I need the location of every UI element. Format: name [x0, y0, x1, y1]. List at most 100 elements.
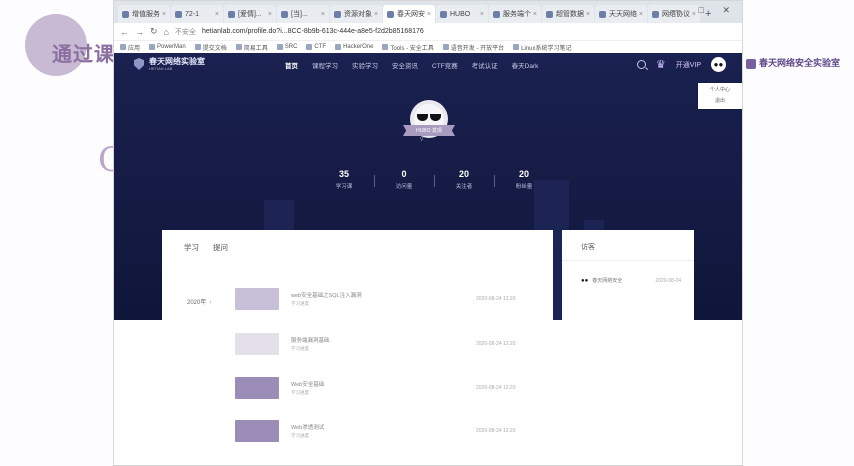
url-input[interactable]: hetianlab.com/profile.do?i...8CC-8b9b-61… — [202, 28, 424, 35]
security-indicator[interactable]: 不安全 — [175, 27, 196, 37]
bookmark-icon — [149, 44, 156, 50]
bookmark-item[interactable]: Tools - 安全工具 — [382, 43, 434, 52]
tab-label: 72-1 — [185, 10, 200, 18]
course-item[interactable]: 服务端漏洞基础 学习进度 2020-08-24 12:20 — [235, 333, 515, 355]
close-icon[interactable]: × — [374, 11, 378, 18]
slide-title: 通过课 — [52, 44, 115, 66]
logo-subtitle: HETIAN LAB — [149, 66, 173, 71]
nav-item[interactable]: 春天Dark — [512, 60, 539, 70]
profile-name-ribbon: HUBO 发现 — [403, 125, 455, 136]
browser-tab[interactable]: 72-1 × — [171, 5, 223, 23]
vip-link[interactable]: 开通VIP — [676, 60, 701, 70]
bookmark-item[interactable]: Linux系统学习笔记 — [513, 43, 571, 52]
visitor-item[interactable]: ●● 春天网络安全 2020-08-24 — [581, 277, 681, 285]
browser-tab[interactable]: 资源对象 × — [330, 5, 382, 23]
course-progress: 学习进度 — [291, 390, 309, 395]
course-title[interactable]: Web安全基础 — [291, 382, 324, 388]
close-icon[interactable]: × — [480, 11, 484, 18]
logo-icon — [746, 58, 756, 69]
dropdown-item-profile[interactable]: 个人中心 — [698, 85, 742, 96]
browser-tab[interactable]: 天天网络 × — [595, 5, 647, 23]
course-thumbnail[interactable] — [235, 333, 279, 355]
browser-tab[interactable]: 春天网安 × — [383, 5, 435, 23]
browser-tab[interactable]: 超管数据 × — [542, 5, 594, 23]
profile-stats: 35 学习课 0 访问量 20 关注者 20 粉丝量 — [314, 169, 554, 190]
sunglasses-icon: ●● — [581, 277, 589, 284]
user-avatar[interactable]: ●● — [711, 57, 726, 72]
stat-item: 20 关注者 — [434, 169, 494, 190]
close-icon[interactable]: × — [639, 11, 643, 18]
browser-tab[interactable]: HUBO × — [436, 5, 488, 23]
bookmark-item[interactable]: 应用 — [120, 43, 140, 52]
nav-item[interactable]: 课程学习 — [312, 60, 338, 70]
course-title[interactable]: web安全基础之SQL注入漏洞 — [291, 293, 362, 299]
tab-label: 天天网络 — [609, 11, 637, 18]
tab-label: 服务端个 — [503, 11, 531, 18]
logo-title: 春天网络实验室 — [149, 57, 205, 66]
home-icon[interactable]: ⌂ — [164, 27, 169, 37]
stat-label: 关注者 — [455, 184, 473, 190]
header-actions: ♛ 开通VIP ●● — [636, 57, 726, 72]
visitors-title: 访客 — [581, 244, 595, 251]
window-controls[interactable]: — □ ✕ — [671, 5, 738, 16]
close-icon[interactable]: × — [586, 11, 590, 18]
bookmark-icon — [276, 44, 283, 50]
close-icon[interactable]: × — [162, 11, 166, 18]
favicon-icon — [546, 10, 553, 18]
browser-tab[interactable]: [当]... × — [277, 5, 329, 23]
bookmark-item[interactable]: HackerOne — [335, 44, 373, 50]
nav-item[interactable]: 首页 — [285, 60, 298, 70]
activity-card: 学习 提问 2020年 › web安全基础之SQL注入漏洞 学习进度 2020-08-… — [162, 230, 553, 465]
forward-icon[interactable]: → — [135, 27, 144, 37]
course-thumbnail[interactable] — [235, 288, 279, 310]
bookmark-icon — [194, 44, 201, 50]
dropdown-item-logout[interactable]: 退出 — [698, 96, 742, 107]
reload-icon[interactable]: ↻ — [150, 26, 158, 37]
web-page: 春天网络实验室 HETIAN LAB 首页 课程学习 实验学习 安全资讯 CTF竞赛 考试… — [114, 53, 742, 465]
course-title[interactable]: Web渗透测试 — [291, 425, 324, 431]
course-thumbnail[interactable] — [235, 420, 279, 442]
course-item[interactable]: Web渗透测试 学习进度 2020-08-24 12:20 — [235, 420, 515, 442]
bookmark-item[interactable]: 简易工具 — [235, 43, 268, 52]
stat-value: 20 — [458, 169, 469, 179]
back-icon[interactable]: ← — [120, 27, 129, 37]
bookmark-icon — [335, 44, 342, 50]
close-icon[interactable]: × — [215, 11, 219, 18]
crown-icon[interactable]: ♛ — [656, 58, 666, 71]
nav-item[interactable]: CTF竞赛 — [432, 60, 458, 70]
site-logo[interactable]: 春天网络实验室 HETIAN LAB — [134, 57, 205, 71]
close-icon[interactable]: × — [533, 11, 537, 18]
bookmark-item[interactable]: SRC — [276, 44, 297, 50]
close-icon[interactable]: × — [427, 11, 431, 18]
course-thumbnail[interactable] — [235, 377, 279, 399]
timeline-year[interactable]: 2020年 › — [187, 297, 211, 306]
tab-questions[interactable]: 提问 — [213, 242, 228, 253]
nav-item[interactable]: 实验学习 — [352, 60, 378, 70]
tab-study[interactable]: 学习 — [184, 242, 199, 253]
address-bar: ← → ↻ ⌂ 不安全 hetianlab.com/profile.do?i..… — [114, 23, 742, 41]
course-date: 2020-08-24 12:20 — [476, 296, 516, 302]
bookmark-item[interactable]: 提交文档 — [194, 43, 227, 52]
nav-item[interactable]: 考试认证 — [472, 60, 498, 70]
close-icon[interactable]: × — [268, 11, 272, 18]
course-item[interactable]: web安全基础之SQL注入漏洞 学习进度 2020-08-24 12:20 — [235, 288, 515, 310]
bookmark-item[interactable]: 语音开发 - 开放平台 — [442, 43, 504, 52]
nav-item[interactable]: 安全资讯 — [392, 60, 418, 70]
course-date: 2020-08-24 12:20 — [476, 385, 516, 391]
course-item[interactable]: Web安全基础 学习进度 2020-08-24 12:20 — [235, 377, 515, 399]
tab-label: 春天网安 — [397, 11, 425, 18]
bookmark-item[interactable]: PowerMan — [149, 44, 186, 50]
divider — [562, 260, 694, 261]
course-title[interactable]: 服务端漏洞基础 — [291, 338, 330, 344]
stat-value: 20 — [518, 169, 529, 179]
bookmark-item[interactable]: CTF — [306, 44, 326, 50]
close-icon[interactable]: × — [321, 11, 325, 18]
favicon-icon — [599, 10, 606, 18]
browser-tab[interactable]: 服务端个 × — [489, 5, 541, 23]
browser-tab[interactable]: [爱情]... × — [224, 5, 276, 23]
tab-bar: 增值服务 × 72-1 × [爱情]... × [当]... × 资源对象 × 春天网安 × HUBO ×… — [114, 1, 742, 23]
bookmark-icon — [442, 44, 449, 50]
favicon-icon — [334, 10, 341, 18]
search-icon[interactable] — [636, 60, 646, 69]
browser-tab[interactable]: 增值服务 × — [118, 5, 170, 23]
